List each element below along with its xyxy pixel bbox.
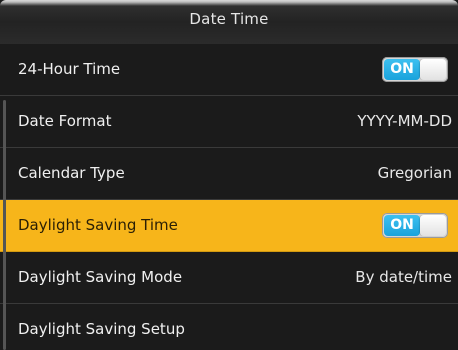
date-format-value: YYYY-MM-DD [357, 112, 452, 130]
menu-item-label: Daylight Saving Mode [18, 268, 183, 286]
menu-item-label: Date Format [18, 112, 112, 130]
menu-item-label: Daylight Saving Time [18, 216, 178, 234]
daylight-saving-mode-value: By date/time [355, 268, 452, 286]
toggle-knob [420, 59, 446, 80]
page-title: Date Time [189, 10, 269, 28]
menu-item-24-hour-time[interactable]: 24-Hour Time ON [0, 44, 458, 96]
scrollbar[interactable] [3, 100, 6, 350]
menu-item-label: 24-Hour Time [18, 60, 121, 78]
daylight-saving-time-toggle[interactable]: ON [382, 213, 448, 238]
menu-item-calendar-type[interactable]: Calendar Type Gregorian [0, 148, 458, 200]
settings-menu: 24-Hour Time ON Date Format YYYY-MM-DD C… [0, 44, 458, 350]
title-bar: Date Time [0, 0, 458, 44]
24-hour-time-toggle[interactable]: ON [382, 57, 448, 82]
menu-item-daylight-saving-time[interactable]: Daylight Saving Time ON [0, 200, 458, 252]
menu-item-daylight-saving-mode[interactable]: Daylight Saving Mode By date/time [0, 252, 458, 304]
toggle-knob [420, 215, 446, 236]
toggle-state-label: ON [384, 215, 420, 236]
menu-item-label: Daylight Saving Setup [18, 320, 185, 338]
toggle-state-label: ON [384, 59, 420, 80]
date-time-screen: Date Time 24-Hour Time ON Date Format YY… [0, 0, 458, 350]
menu-item-label: Calendar Type [18, 164, 125, 182]
menu-item-date-format[interactable]: Date Format YYYY-MM-DD [0, 96, 458, 148]
calendar-type-value: Gregorian [377, 164, 452, 182]
menu-item-daylight-saving-setup[interactable]: Daylight Saving Setup [0, 304, 458, 350]
